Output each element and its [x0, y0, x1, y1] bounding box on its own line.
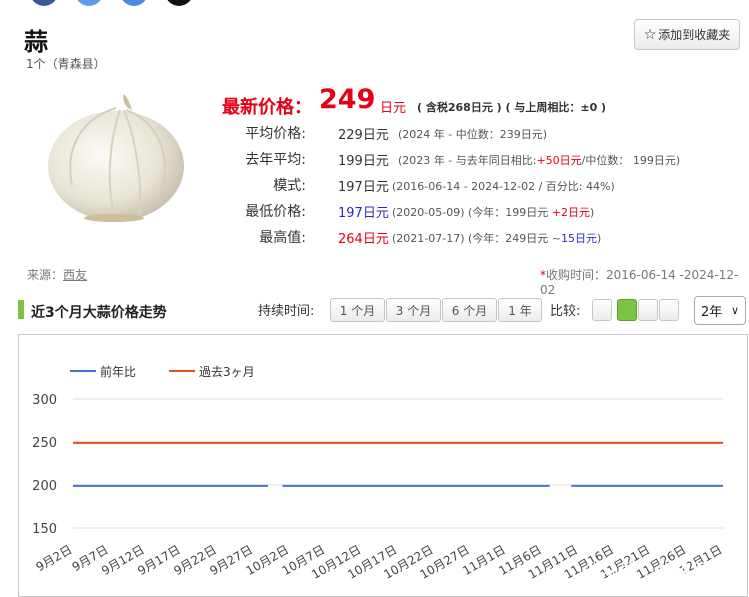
page-title: 蒜	[24, 28, 48, 56]
y-tick-label: 300	[32, 393, 57, 408]
duration-6-month-button[interactable]: 6 个月	[442, 298, 497, 322]
chevron-down-icon: ∨	[730, 304, 739, 317]
duration-3-month-button[interactable]: 3 个月	[386, 298, 441, 322]
y-tick-label: 250	[32, 436, 57, 451]
stat-label-last-year: 去年平均:	[245, 152, 306, 168]
share-icon[interactable]	[75, 0, 103, 6]
stat-label-lowest: 最低价格:	[245, 204, 306, 220]
compare-toggle-active[interactable]	[617, 299, 637, 321]
section-accent-bar	[18, 300, 24, 319]
garlic-image	[48, 94, 184, 222]
stat-value-mode: 197日元	[338, 180, 389, 195]
add-to-favorites-button[interactable]: ☆ 添加到收藏夹	[634, 19, 740, 50]
year-select[interactable]: 2年 ∨	[694, 296, 746, 325]
legend-label: 前年比	[100, 364, 136, 379]
year-select-value: 2年	[701, 305, 723, 320]
compare-label: 比较:	[550, 304, 581, 319]
source-line: 来源：西友	[27, 268, 88, 282]
latest-price-value: 249	[319, 84, 376, 115]
y-tick-label: 200	[32, 479, 57, 494]
stat-note-mode: (2016-06-14 - 2024-12-02 / 百分比: 44%)	[392, 180, 615, 193]
product-subtitle: 1个（青森县）	[26, 57, 106, 71]
stat-label-average: 平均价格:	[245, 126, 306, 142]
stat-label-mode: 模式:	[273, 178, 306, 194]
compare-toggle[interactable]	[659, 299, 679, 321]
stat-note-last-year: (2023 年 - 与去年同日相比:+50日元/中位数： 199日元)	[398, 154, 681, 167]
duration-label: 持续时间:	[258, 304, 315, 319]
stat-value-highest: 264日元	[338, 232, 389, 247]
latest-price-unit: 日元	[380, 101, 407, 116]
duration-1-month-button[interactable]: 1 个月	[330, 298, 385, 322]
stat-note-average: (2024 年 - 中位数：239日元)	[398, 128, 548, 141]
stat-note-lowest: (2020-05-09) (今年：199日元 +2日元)	[392, 206, 595, 219]
compare-toggle[interactable]	[638, 299, 658, 321]
x-tick-label: 9月2日	[33, 542, 74, 574]
watermark: 公众号 · 华森网	[583, 561, 711, 581]
source-link[interactable]: 西友	[63, 268, 87, 282]
share-icon[interactable]	[165, 0, 193, 6]
legend-label: 過去3ヶ月	[199, 365, 255, 379]
acquisition-period: *收购时间：2016-06-14 -2024-12-02	[540, 268, 739, 297]
latest-price-note: ( 含税268日元 ) ( 与上周相比：±0 )	[417, 101, 607, 114]
star-outline-icon: ☆	[643, 26, 657, 43]
stat-note-highest: (2021-07-17) (今年：249日元 ~15日元)	[392, 232, 602, 245]
share-icon[interactable]	[30, 0, 58, 6]
duration-1-year-button[interactable]: 1 年	[498, 298, 542, 322]
section-title: 近3个月大蒜价格走势	[31, 305, 167, 321]
add-to-favorites-label: 添加到收藏夹	[658, 28, 731, 42]
latest-price-label: 最新价格：	[222, 97, 312, 118]
stat-value-last-year: 199日元	[338, 154, 389, 169]
stat-value-lowest: 197日元	[338, 206, 389, 221]
stat-label-highest: 最高值:	[259, 230, 306, 246]
compare-toggle[interactable]	[592, 299, 612, 321]
stat-value-average: 229日元	[338, 128, 389, 143]
y-tick-label: 150	[32, 522, 57, 537]
share-icon[interactable]	[120, 0, 148, 6]
